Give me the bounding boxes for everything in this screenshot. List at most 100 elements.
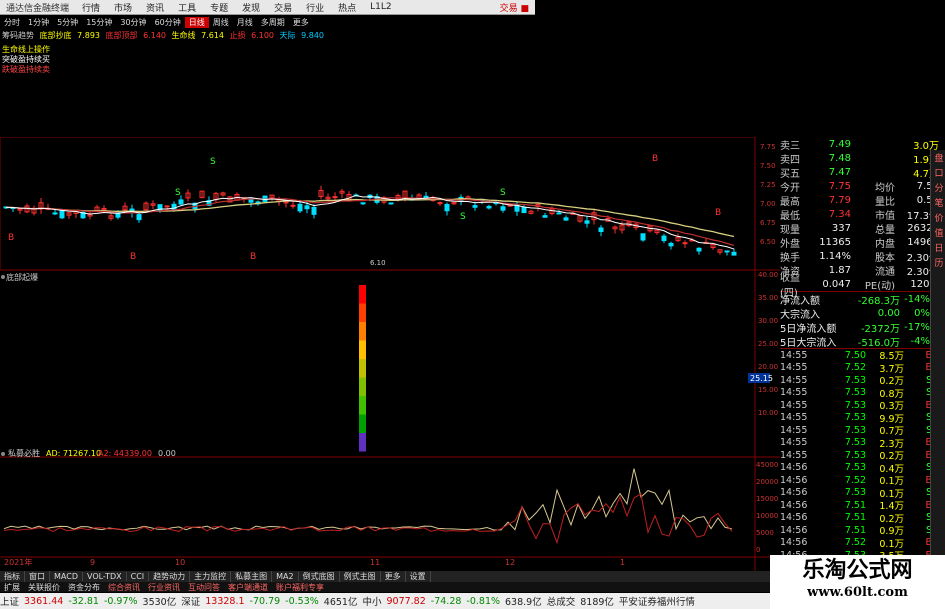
tick-row: 14:56 7.52 0.1万 B xyxy=(780,537,945,550)
quote-label: 现量 xyxy=(780,224,800,236)
cursor-value: 25.15 xyxy=(750,374,773,383)
side-tab[interactable]: 值 xyxy=(932,228,945,237)
flow-pct: -14% xyxy=(904,293,930,305)
extension-tab[interactable]: 综合资讯 xyxy=(104,582,144,593)
extension-tab[interactable]: 资金分布 xyxy=(64,582,104,593)
y-tick-label: 20.00 xyxy=(758,363,778,371)
candle-body xyxy=(542,215,548,218)
indicator-tab[interactable]: MA2 xyxy=(272,572,299,581)
x-axis-label: 1 xyxy=(620,558,625,567)
burst-bar-segment xyxy=(359,303,366,322)
tick-time: 14:55 xyxy=(780,437,808,449)
status-item: -0.97% xyxy=(103,595,138,607)
side-tab[interactable]: 盘 xyxy=(932,153,945,162)
side-tab[interactable]: 价 xyxy=(932,213,945,222)
side-tab[interactable]: 口 xyxy=(932,168,945,177)
indicator-tab[interactable]: 指标 xyxy=(0,571,25,582)
menu-quotes[interactable]: 行情 xyxy=(75,1,107,14)
side-tab[interactable]: 日 xyxy=(932,243,945,252)
tick-direction: S xyxy=(925,524,932,536)
indicator-tab[interactable]: VOL-TDX xyxy=(83,572,127,581)
menu-market[interactable]: 市场 xyxy=(107,1,139,14)
trade-button[interactable]: 交易 ■ xyxy=(500,1,535,14)
period-multi[interactable]: 多周期 xyxy=(257,17,289,28)
tick-price: 7.52 xyxy=(844,474,866,486)
indicator-tab[interactable]: 私募主图 xyxy=(231,571,273,582)
panel-close-icon[interactable] xyxy=(1,275,5,279)
panel2-y-ticks: 40.00 35.00 30.00 25.00 20.00 15.00 10.00 xyxy=(758,271,778,417)
tick-price: 7.53 xyxy=(844,387,866,399)
menu-discover[interactable]: 发现 xyxy=(235,1,267,14)
tick-row: 14:55 7.53 0.7万 S xyxy=(780,424,945,438)
burst-bar-segment xyxy=(359,377,366,396)
indicator-tab[interactable]: MACD xyxy=(50,572,83,581)
period-bar: 分时 1分钟 5分钟 15分钟 30分钟 60分钟 日线 周线 月线 多周期 更… xyxy=(0,16,535,28)
menu-industry[interactable]: 行业 xyxy=(299,1,331,14)
osc-line-red xyxy=(3,493,733,545)
menu-trade[interactable]: 交易 xyxy=(267,1,299,14)
indicator-tab[interactable]: 设置 xyxy=(406,571,431,582)
period-monthly[interactable]: 月线 xyxy=(233,17,257,28)
tick-time: 14:55 xyxy=(780,349,808,361)
period-timeshare[interactable]: 分时 xyxy=(0,17,24,28)
quote-label: 卖四 xyxy=(780,154,800,166)
period-60min[interactable]: 60分钟 xyxy=(151,17,185,28)
signal-legend: 生命线上操作 突破盈持续买 跌破盈持续卖 xyxy=(2,45,50,75)
tick-list[interactable]: 14:55 7.50 8.5万 B 14:55 7.52 3.7万 B 14:55 7.53 0.2… xyxy=(780,349,945,588)
candle-body xyxy=(136,214,142,221)
y-tick-label: 10000 xyxy=(756,512,778,520)
status-item: 638.9亿 xyxy=(505,597,542,608)
status-item: 13328.1 xyxy=(205,595,245,607)
burst-bar-segment xyxy=(359,340,366,359)
extension-tab[interactable]: 互动问答 xyxy=(184,582,224,593)
period-1min[interactable]: 1分钟 xyxy=(24,17,53,28)
period-15min[interactable]: 15分钟 xyxy=(82,17,116,28)
ind-value: 6.140 xyxy=(143,31,166,40)
tick-price: 7.51 xyxy=(844,512,866,524)
menu-topics[interactable]: 专题 xyxy=(203,1,235,14)
tick-row: 14:56 7.51 0.2万 S xyxy=(780,512,945,525)
period-30min[interactable]: 30分钟 xyxy=(116,17,150,28)
indicator-tab[interactable]: 主力监控 xyxy=(190,571,232,582)
extension-tab[interactable]: 客户端通道 xyxy=(224,582,272,593)
extension-tab[interactable]: 账户福利专享 xyxy=(272,582,328,593)
panel2-title: 底部起爆 xyxy=(6,272,38,282)
tick-row: 14:56 7.52 0.1万 B xyxy=(780,474,945,488)
tick-time: 14:56 xyxy=(780,512,808,524)
menu-news[interactable]: 资讯 xyxy=(139,1,171,14)
tick-row: 14:55 7.53 9.9万 S xyxy=(780,412,945,425)
tick-price: 7.53 xyxy=(844,374,866,386)
menu-hot[interactable]: 热点 xyxy=(331,1,363,14)
tick-time: 14:55 xyxy=(780,362,808,374)
menu-tools[interactable]: 工具 xyxy=(171,1,203,14)
side-tab[interactable]: 笔 xyxy=(932,198,945,207)
quote-label2: 均价 xyxy=(875,182,895,194)
side-tab[interactable]: 分 xyxy=(932,183,945,192)
indicator-tab[interactable]: 倒式底图 xyxy=(299,571,340,582)
extension-tab[interactable]: 关联报价 xyxy=(24,582,64,593)
period-more[interactable]: 更多 xyxy=(289,17,313,28)
period-daily[interactable]: 日线 xyxy=(184,16,209,28)
indicator-tab[interactable]: 例式主图 xyxy=(340,571,381,582)
chart-canvas[interactable]: BB BSS SBBS 7.757.507.257.006.756.50 6.10 … xyxy=(0,137,780,577)
menu-l1l2[interactable]: L1L2 xyxy=(363,2,398,12)
quote-row: 买五 7.47 4.7万 xyxy=(780,165,945,180)
tick-row: 14:55 7.52 3.7万 B xyxy=(780,362,945,375)
status-item: 上证 xyxy=(0,597,20,608)
tick-price: 7.53 xyxy=(844,487,866,499)
y-tick-label: 35.00 xyxy=(758,294,778,302)
indicator-tab[interactable]: 窗口 xyxy=(25,571,50,582)
panel3-ad: AD: 71267.10 xyxy=(46,449,101,458)
indicator-tab[interactable]: CCI xyxy=(127,572,150,581)
signal-mark: S xyxy=(500,188,506,198)
bs-marks: B B B S S S B B S xyxy=(8,154,721,262)
period-weekly[interactable]: 周线 xyxy=(209,17,233,28)
extension-tab[interactable]: 行业资讯 xyxy=(144,582,184,593)
panel-close-icon[interactable] xyxy=(1,452,5,456)
signal-line: 生命线上操作 xyxy=(2,45,50,54)
indicator-tab[interactable]: 趋势动力 xyxy=(149,571,191,582)
period-5min[interactable]: 5分钟 xyxy=(53,17,82,28)
side-tab[interactable]: 历 xyxy=(932,258,945,267)
extension-tab[interactable]: 扩展 xyxy=(0,582,24,593)
indicator-tab[interactable]: 更多 xyxy=(381,571,406,582)
